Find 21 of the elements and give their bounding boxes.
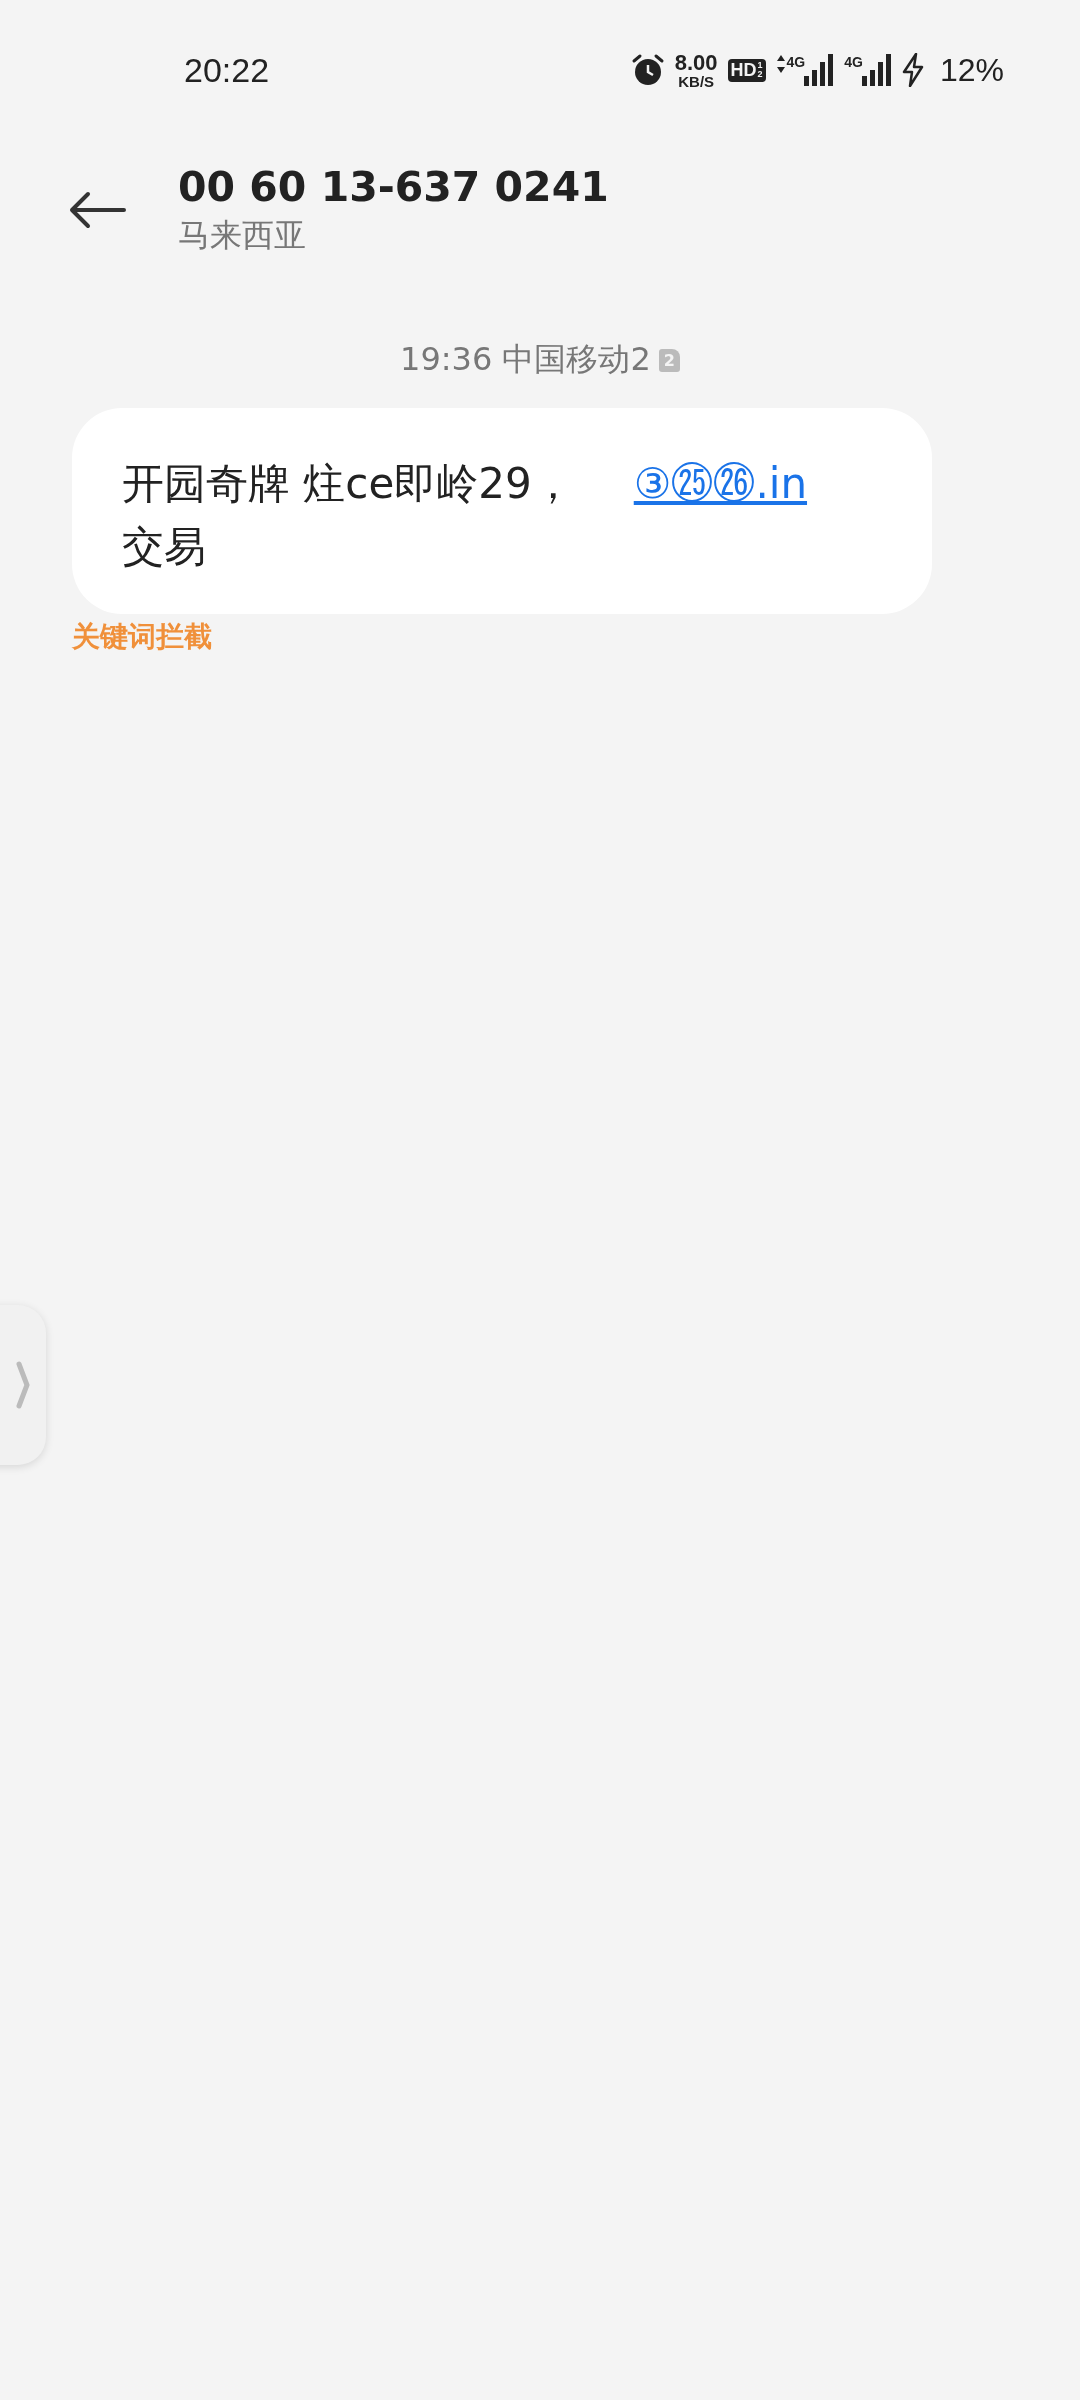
sim-badge: 2 xyxy=(658,348,680,372)
speed-unit: KB/S xyxy=(678,73,715,89)
message-bubble[interactable]: 开园奇牌 炷ce即岭29， ③㉕㉖.in 交易 xyxy=(72,408,932,615)
chevron-right-icon xyxy=(16,1361,30,1409)
blocked-label: 关键词拦截 xyxy=(72,619,213,656)
network-type: 4G xyxy=(844,54,863,70)
message-timestamp: 19:36 中国移动2 xyxy=(400,339,651,381)
contact-number: 00 60 13-637 0241 xyxy=(178,162,609,213)
side-panel-handle[interactable] xyxy=(0,1305,46,1465)
network-type: 4G xyxy=(786,54,806,70)
message-text: 开园奇牌 炷ce即岭29， xyxy=(122,458,574,511)
message-link[interactable]: ③㉕㉖.in xyxy=(633,452,808,516)
signal-icon xyxy=(804,54,835,86)
back-arrow-icon[interactable] xyxy=(68,190,126,230)
signal-icon xyxy=(861,54,892,86)
contact-region: 马来西亚 xyxy=(178,215,307,257)
speed-value: 8.00 xyxy=(674,51,718,74)
clock-time: 20:22 xyxy=(184,50,270,90)
message-text: 交易 xyxy=(122,521,207,574)
alarm-icon xyxy=(630,53,665,87)
battery-percent: 12% xyxy=(939,51,1004,89)
